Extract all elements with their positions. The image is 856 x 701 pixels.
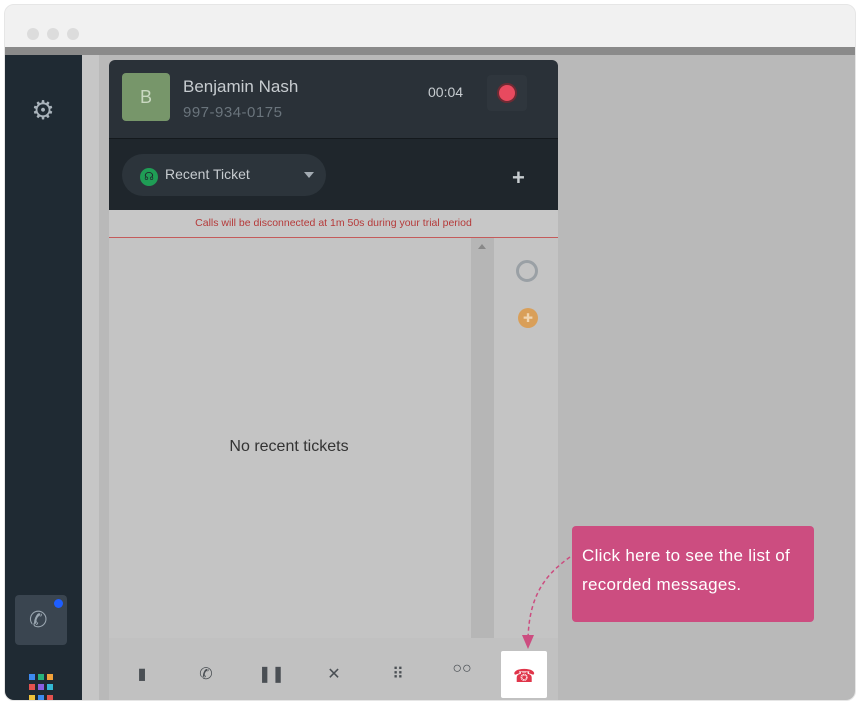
call-toolbar: ▮ ✆ ❚❚ ✕ ⠿ ○○	[109, 638, 558, 700]
caller-name: Benjamin Nash	[183, 77, 299, 96]
keypad-icon[interactable]: ⠿	[386, 664, 410, 684]
record-button[interactable]	[487, 75, 527, 111]
chevron-down-icon	[304, 172, 314, 178]
window-minimize-dot[interactable]	[47, 28, 59, 40]
caller-phone: 997-934-0175	[183, 104, 283, 121]
window-titlebar	[5, 5, 855, 47]
call-header: B Benjamin Nash 997-934-0175 00:04	[109, 60, 558, 138]
window-close-dot[interactable]	[27, 28, 39, 40]
pause-icon[interactable]: ❚❚	[258, 664, 285, 684]
ticket-dropdown[interactable]: ☊ Recent Ticket	[122, 154, 326, 196]
hangup-icon: ☎	[513, 666, 536, 686]
transfer-call-icon[interactable]: ✆	[194, 664, 218, 684]
tickets-list: No recent tickets	[109, 238, 494, 638]
notification-badge	[54, 599, 63, 608]
voicemail-icon[interactable]: ○○	[450, 660, 474, 678]
plus-icon[interactable]: +	[512, 165, 525, 191]
trial-notice: Calls will be disconnected at 1m 50s dur…	[109, 210, 558, 238]
empty-state-text: No recent tickets	[229, 438, 349, 455]
integration-icon[interactable]	[516, 260, 538, 282]
scroll-up-icon[interactable]	[478, 244, 486, 249]
apps-grid-icon[interactable]	[29, 674, 57, 700]
window-maximize-dot[interactable]	[67, 28, 79, 40]
tooltip-pointer	[522, 556, 571, 649]
mute-icon[interactable]: ✕	[322, 664, 346, 684]
call-panel: B Benjamin Nash 997-934-0175 00:04 ☊ Rec…	[109, 60, 558, 700]
ticket-dropdown-label: Recent Ticket	[165, 166, 250, 182]
notes-icon[interactable]: ▮	[130, 664, 154, 684]
gear-icon[interactable]: ⚙	[28, 95, 58, 125]
tooltip: Click here to see the list of recorded m…	[572, 526, 814, 622]
orange-app-icon[interactable]: ✚	[518, 308, 538, 328]
caller-avatar: B	[122, 73, 170, 121]
call-timer: 00:04	[428, 84, 464, 100]
headset-icon: ☊	[140, 168, 158, 186]
hangup-button[interactable]: ☎	[501, 651, 547, 698]
left-sidebar: ⚙ ✆	[5, 55, 82, 700]
ticket-bar: ☊ Recent Ticket +	[109, 138, 558, 211]
phone-icon: ✆	[29, 607, 48, 632]
toolbar-strip	[5, 47, 855, 55]
sidebar-divider	[82, 55, 99, 700]
record-icon	[499, 85, 515, 101]
scrollbar[interactable]	[471, 238, 494, 638]
phone-nav-button[interactable]: ✆	[15, 595, 67, 645]
